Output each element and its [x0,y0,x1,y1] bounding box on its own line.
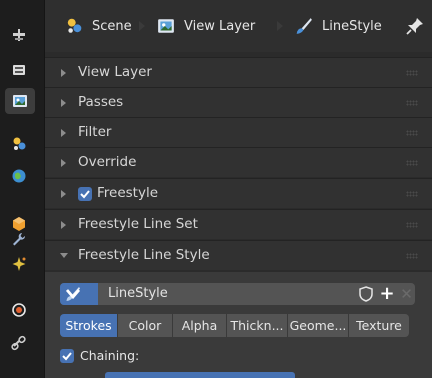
drag-grip-icon[interactable] [406,222,418,228]
panel-override[interactable]: Override [45,147,432,177]
chaining-label: Chaining: [80,348,140,363]
panel-freestyle-line-style[interactable]: Freestyle Line Style [45,240,432,270]
world-icon [12,169,26,183]
checkmark-icon [80,190,90,199]
tab-modifiers[interactable] [6,226,32,252]
new-linestyle-button[interactable]: + [378,283,396,305]
panel-freestyle[interactable]: Freestyle [45,178,432,208]
breadcrumb-label: LineStyle [322,18,382,34]
linestyle-browse-button[interactable] [60,283,98,305]
breadcrumb-view-layer[interactable]: View Layer [157,17,255,35]
render-icon [13,65,25,75]
view-layer-icon [13,95,27,107]
chevron-down-icon [65,289,81,300]
panel-freestyle-line-set[interactable]: Freestyle Line Set [45,209,432,239]
panel-label: Passes [78,94,124,110]
tab-thickness[interactable]: Thickn... [227,314,287,337]
disclosure-arrow-icon [61,129,66,137]
tab-alpha[interactable]: Alpha [173,314,226,337]
chaining-checkbox[interactable] [60,348,74,363]
tab-particles[interactable] [6,251,32,277]
breadcrumb-separator [277,21,283,31]
panel-label: Freestyle Line Style [78,247,210,263]
fake-user-shield-icon[interactable] [357,285,375,303]
panel-passes[interactable]: Passes [45,87,432,117]
breadcrumb: Scene View Layer LineStyle [45,0,432,52]
wrench-icon [13,233,26,246]
tab-view-layer[interactable] [5,88,35,114]
drag-grip-icon[interactable] [406,130,418,136]
panel-label: Freestyle Line Set [78,216,198,232]
disclosure-arrow-icon [61,99,66,107]
chaining-dropdown-edge[interactable] [105,372,295,378]
linestyle-subtabs: Strokes Color Alpha Thickn... Geome... T… [60,314,409,337]
pin-icon[interactable] [405,16,425,36]
drag-grip-icon[interactable] [406,70,418,76]
unlink-linestyle-button[interactable]: ✕ [398,283,415,305]
tab-texture[interactable]: Texture [349,314,409,337]
tab-tool[interactable] [6,22,32,48]
breadcrumb-scene[interactable]: Scene [65,17,132,35]
breadcrumb-label: View Layer [184,18,256,34]
particles-icon [12,257,26,271]
drag-grip-icon[interactable] [406,191,418,197]
breadcrumb-linestyle[interactable]: LineStyle [295,17,382,35]
properties-editor: Scene View Layer LineStyle View Layer Pa… [0,0,432,378]
linestyle-brush-icon [296,18,312,34]
tab-scene[interactable] [6,131,32,157]
panel-label: Override [78,154,137,170]
drag-grip-icon[interactable] [406,100,418,106]
disclosure-arrow-icon [61,159,66,167]
panel-view-layer[interactable]: View Layer [45,57,432,87]
physics-icon [12,303,26,317]
disclosure-arrow-icon [61,69,66,77]
disclosure-arrow-open-icon [60,253,68,258]
tab-color[interactable]: Color [118,314,172,337]
linestyle-datablock-selector[interactable]: LineStyle + ✕ [60,283,415,305]
linestyle-name-field[interactable]: LineStyle [108,286,168,301]
panel-filter[interactable]: Filter [45,117,432,147]
tab-strokes[interactable]: Strokes [60,314,117,337]
drag-grip-icon[interactable] [406,253,418,259]
line-style-panel-body: LineStyle + ✕ Strokes Color Alpha Thickn… [45,272,432,378]
scene-icon [67,18,82,33]
tab-constraints[interactable] [6,330,32,356]
tab-physics[interactable] [6,297,32,323]
breadcrumb-separator [139,21,145,31]
view-layer-icon [158,19,174,33]
tab-world[interactable] [6,163,32,189]
drag-grip-icon[interactable] [406,160,418,166]
panel-label: Freestyle [97,185,159,201]
tool-icon [13,29,25,41]
tab-render[interactable] [6,57,32,83]
freestyle-checkbox[interactable] [78,187,92,201]
properties-tab-strip [0,0,44,378]
disclosure-arrow-icon [61,190,66,198]
breadcrumb-label: Scene [92,18,132,34]
panel-label: View Layer [78,64,152,80]
constraints-icon [11,335,26,351]
checkmark-icon [62,351,72,360]
tab-geometry[interactable]: Geome... [288,314,348,337]
panel-label: Filter [78,124,112,140]
scene-icon [13,137,26,150]
chaining-toggle[interactable]: Chaining: [60,348,139,363]
disclosure-arrow-icon [61,221,66,229]
